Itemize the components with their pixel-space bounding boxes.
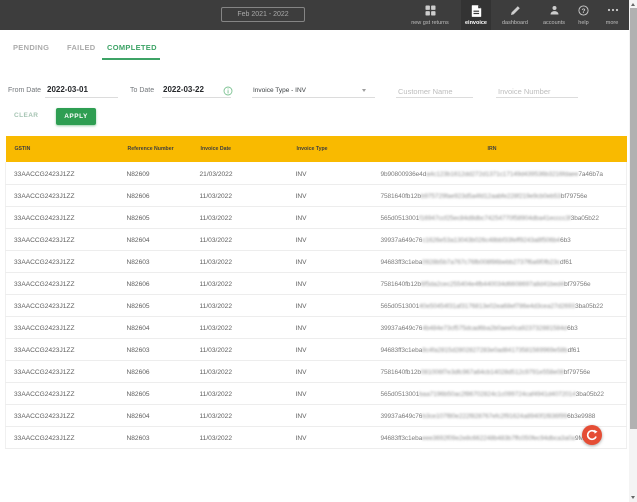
svg-text:?: ? [582,8,586,15]
